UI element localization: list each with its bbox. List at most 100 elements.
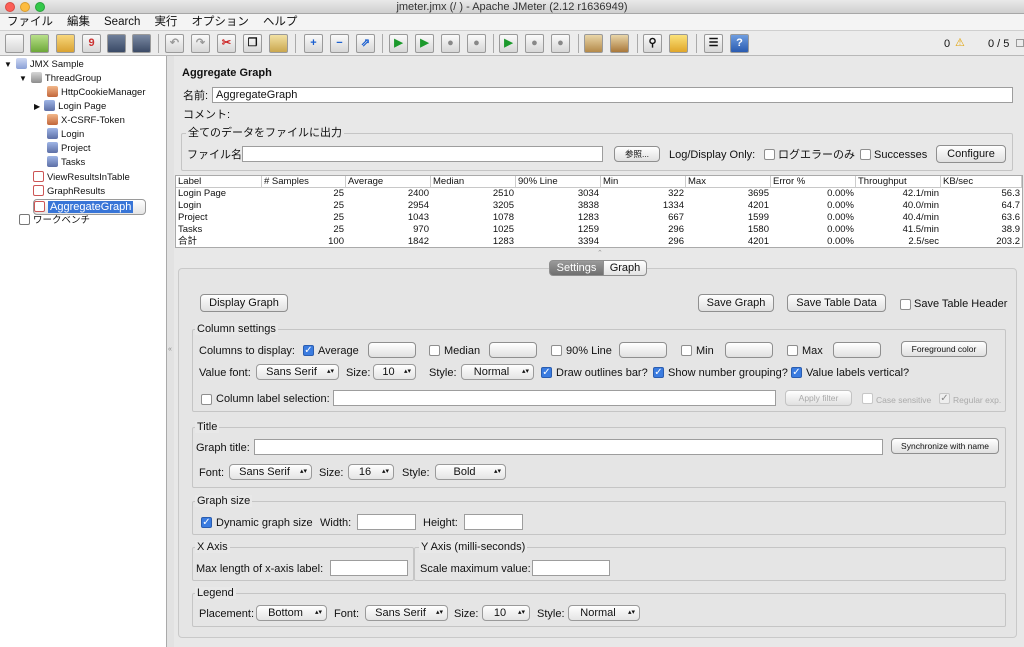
shutdown-icon[interactable]: ● [467, 34, 486, 53]
value-size-select[interactable]: 10 ▴▾ [373, 364, 416, 380]
width-field[interactable] [357, 514, 416, 530]
tab-settings[interactable]: Settings [549, 260, 604, 276]
remote-start-icon[interactable]: ▶ [499, 34, 518, 53]
browse-button[interactable]: 参照... [614, 146, 660, 162]
search-icon[interactable]: ⚲ [643, 34, 662, 53]
successes-checkbox[interactable] [860, 149, 871, 160]
column-header[interactable]: # Samples [262, 176, 346, 188]
copy-icon[interactable]: ❐ [243, 34, 262, 53]
column-header[interactable]: Max [686, 176, 771, 188]
start-no-pauses-icon[interactable]: ▶ [415, 34, 434, 53]
case-sensitive-checkbox[interactable] [862, 393, 873, 404]
regular-exp-checkbox[interactable]: ✓ [939, 393, 950, 404]
legend-font-select[interactable]: Sans Serif ▴▾ [365, 605, 448, 621]
menu-search[interactable]: Search [97, 14, 147, 31]
collapse-icon[interactable]: − [330, 34, 349, 53]
height-field[interactable] [464, 514, 523, 530]
tab-graph[interactable]: Graph [603, 260, 647, 276]
column-header[interactable]: KB/sec [941, 176, 1022, 188]
tree-node-login-page[interactable]: ▶ Login Page [34, 100, 106, 114]
open-icon[interactable] [56, 34, 75, 53]
menu-file[interactable]: ファイル [0, 14, 60, 31]
filename-field[interactable] [242, 146, 603, 162]
toggle-icon[interactable]: ⇗ [356, 34, 375, 53]
resize-handle-icon[interactable]: ⌃ [597, 249, 603, 257]
table-row[interactable]: Login Page 25 2400 2510 3034 322 3695 0.00% 42.1… [176, 188, 1022, 200]
start-icon[interactable]: ▶ [389, 34, 408, 53]
clear-icon[interactable] [584, 34, 603, 53]
table-row[interactable]: Tasks 25 970 1025 1259 296 1580 0.00% 41.5/min 38… [176, 224, 1022, 236]
column-header[interactable]: Median [431, 176, 516, 188]
function-helper-icon[interactable]: ☰ [704, 34, 723, 53]
configure-button[interactable]: Configure [936, 145, 1006, 163]
apply-filter-button[interactable]: Apply filter [785, 390, 852, 406]
close-window-button[interactable] [5, 2, 15, 12]
labels-vertical-checkbox[interactable]: ✓ [791, 367, 802, 378]
value-style-select[interactable]: Normal ▴▾ [461, 364, 534, 380]
expanded-arrow-icon[interactable]: ▼ [4, 60, 12, 69]
minimize-window-button[interactable] [20, 2, 30, 12]
expand-icon[interactable]: + [304, 34, 323, 53]
templates-icon[interactable] [30, 34, 49, 53]
undo-icon[interactable]: ↶ [165, 34, 184, 53]
name-field[interactable]: AggregateGraph [212, 87, 1013, 103]
warning-icon[interactable]: ⚠ [955, 36, 965, 50]
table-row[interactable]: 合計 100 1842 1283 3394 296 4201 0.00% 2.5/sec 203.… [176, 236, 1022, 248]
value-font-select[interactable]: Sans Serif ▴▾ [256, 364, 339, 380]
errors-only-checkbox[interactable] [764, 149, 775, 160]
max-xlabel-field[interactable] [330, 560, 408, 576]
title-style-select[interactable]: Bold ▴▾ [435, 464, 506, 480]
legend-size-select[interactable]: 10 ▴▾ [482, 605, 530, 621]
scale-max-field[interactable] [532, 560, 610, 576]
min-color-button[interactable] [725, 342, 773, 358]
placement-select[interactable]: Bottom ▴▾ [256, 605, 327, 621]
column-label-selection-field[interactable] [333, 390, 776, 406]
menu-edit[interactable]: 編集 [60, 14, 97, 31]
dynamic-graph-size-checkbox[interactable]: ✓ [201, 517, 212, 528]
tree-node-tasks[interactable]: Tasks [47, 156, 85, 170]
tree-node-threadgroup[interactable]: ▼ ThreadGroup [19, 72, 101, 86]
tree-node-viewresultsintable[interactable]: ViewResultsInTable [33, 171, 130, 185]
column-header[interactable]: 90% Line [516, 176, 601, 188]
tree-node-aggregategraph[interactable]: AggregateGraph [33, 199, 147, 215]
clear-all-icon[interactable] [610, 34, 629, 53]
save-table-header-checkbox[interactable] [900, 299, 911, 310]
tree-node-jmx-sample[interactable]: ▼ JMX Sample [4, 58, 84, 72]
redo-icon[interactable]: ↷ [191, 34, 210, 53]
tree-node-project[interactable]: Project [47, 142, 91, 156]
menu-help[interactable]: ヘルプ [256, 14, 305, 31]
foreground-color-button[interactable]: Foreground color [901, 341, 987, 357]
tree-node-httpcookiemanager[interactable]: HttpCookieManager [47, 86, 146, 100]
title-size-select[interactable]: 16 ▴▾ [348, 464, 394, 480]
column-header[interactable]: Error % [771, 176, 856, 188]
column-header[interactable]: Throughput [856, 176, 941, 188]
tree-node-graphresults[interactable]: GraphResults [33, 185, 105, 199]
stop-icon[interactable]: ● [441, 34, 460, 53]
menu-options[interactable]: オプション [184, 14, 256, 31]
paste-icon[interactable] [269, 34, 288, 53]
menu-run[interactable]: 実行 [147, 14, 184, 31]
remote-shutdown-icon[interactable]: ● [551, 34, 570, 53]
split-pane-divider[interactable]: « [167, 56, 174, 647]
median-color-button[interactable] [489, 342, 537, 358]
median-checkbox[interactable] [429, 345, 440, 356]
draw-outlines-checkbox[interactable]: ✓ [541, 367, 552, 378]
max-color-button[interactable] [833, 342, 881, 358]
save-icon[interactable] [107, 34, 126, 53]
display-graph-button[interactable]: Display Graph [200, 294, 288, 312]
reset-search-icon[interactable] [669, 34, 688, 53]
legend-style-select[interactable]: Normal ▴▾ [568, 605, 640, 621]
column-header[interactable]: Min [601, 176, 686, 188]
column-label-selection-checkbox[interactable] [201, 394, 212, 405]
column-header[interactable]: Label [176, 176, 262, 188]
save-table-data-button[interactable]: Save Table Data [787, 294, 886, 312]
cut-icon[interactable]: ✂ [217, 34, 236, 53]
close-file-icon[interactable]: 9 [82, 34, 101, 53]
divider-arrow-icon[interactable]: « [168, 346, 172, 353]
average-checkbox[interactable]: ✓ [303, 345, 314, 356]
min-checkbox[interactable] [681, 345, 692, 356]
help-icon[interactable]: ? [730, 34, 749, 53]
graph-title-field[interactable] [254, 439, 883, 455]
comment-field[interactable] [228, 108, 1013, 122]
average-color-button[interactable] [368, 342, 416, 358]
